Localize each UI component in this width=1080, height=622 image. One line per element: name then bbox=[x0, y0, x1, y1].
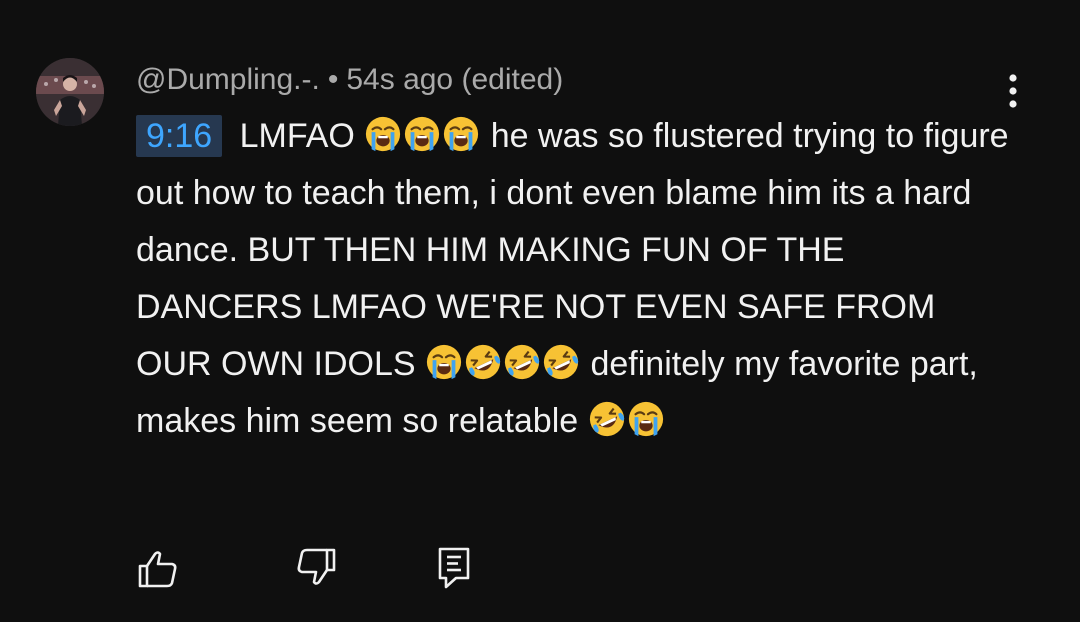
like-button[interactable] bbox=[136, 546, 180, 590]
loudly-crying-face-emoji-icon bbox=[425, 343, 463, 381]
more-options-button[interactable] bbox=[996, 70, 1030, 114]
thumbs-down-icon bbox=[297, 548, 336, 585]
rolling-on-floor-laughing-emoji-icon bbox=[503, 343, 541, 381]
edited-label: (edited) bbox=[461, 63, 564, 96]
reply-button[interactable] bbox=[432, 546, 476, 590]
loudly-crying-face-emoji-icon bbox=[627, 400, 665, 438]
loudly-crying-face-emoji-icon bbox=[442, 115, 480, 153]
comment: @Dumpling.-. • 54s ago (edited) 9:16 LMFAO… bbox=[136, 58, 1016, 450]
thumbs-up-icon bbox=[138, 551, 177, 588]
more-vertical-icon bbox=[1009, 74, 1017, 108]
dislike-button[interactable] bbox=[294, 546, 338, 590]
avatar[interactable] bbox=[36, 58, 104, 126]
reply-comment-icon bbox=[438, 547, 470, 589]
timestamp-link[interactable]: 9:16 bbox=[136, 115, 223, 157]
author-name[interactable]: @Dumpling.-. bbox=[136, 63, 320, 96]
rolling-on-floor-laughing-emoji-icon bbox=[542, 343, 580, 381]
comment-meta: @Dumpling.-. • 54s ago (edited) bbox=[136, 58, 1016, 102]
rolling-on-floor-laughing-emoji-icon bbox=[588, 400, 626, 438]
comment-body: 9:16 LMFAO he was so flustered trying to… bbox=[136, 108, 1016, 450]
meta-separator: • bbox=[327, 63, 339, 96]
loudly-crying-face-emoji-icon bbox=[403, 115, 441, 153]
comment-time: 54s ago bbox=[346, 63, 454, 96]
loudly-crying-face-emoji-icon bbox=[364, 115, 402, 153]
comment-actions bbox=[136, 546, 536, 590]
rolling-on-floor-laughing-emoji-icon bbox=[464, 343, 502, 381]
comment-text-part-1: LMFAO bbox=[230, 117, 365, 155]
